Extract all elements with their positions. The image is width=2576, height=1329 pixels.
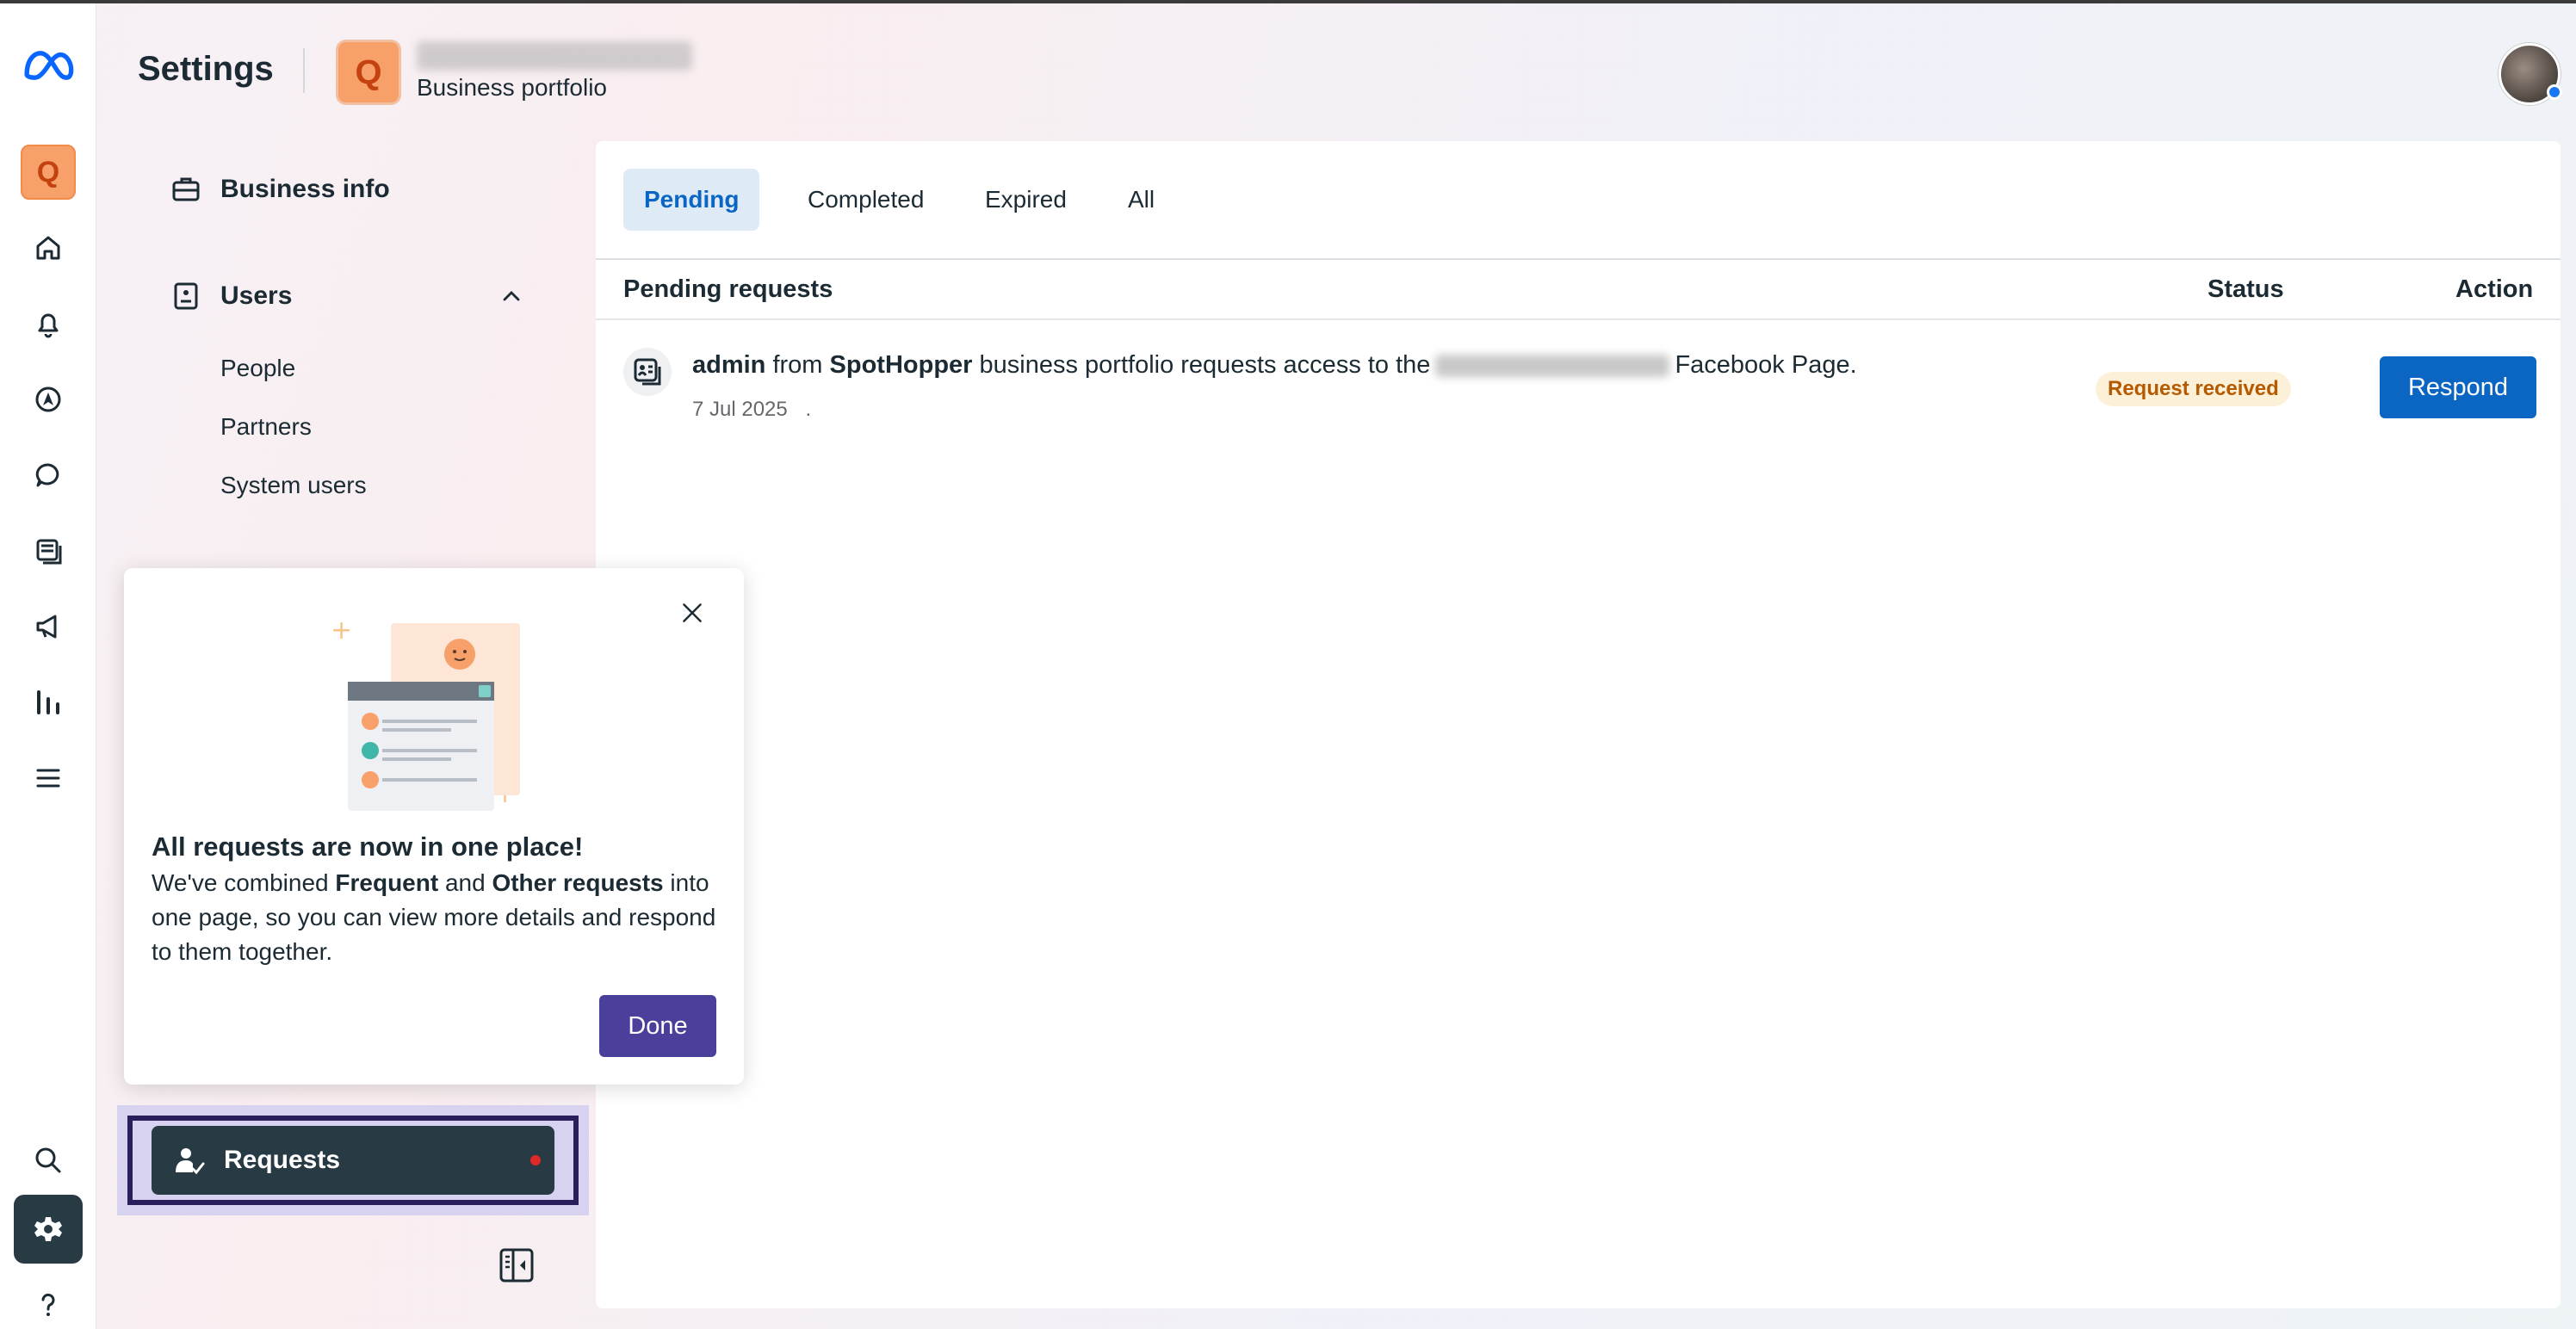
tab-pending[interactable]: Pending xyxy=(623,169,760,231)
sidebar-item-users[interactable]: Users xyxy=(169,279,525,313)
window-top-border xyxy=(0,0,2576,3)
sidebar-item-label: Requests xyxy=(224,1146,341,1174)
portfolio-name-redacted xyxy=(417,41,692,71)
page-title: Settings xyxy=(138,50,274,88)
tabs-divider xyxy=(596,258,2561,260)
home-icon[interactable] xyxy=(21,220,76,275)
popover-body-text: and xyxy=(438,869,492,896)
avatar-status-dot xyxy=(2547,84,2562,100)
user-check-icon xyxy=(176,1148,205,1175)
sidebar-item-requests[interactable]: Requests xyxy=(152,1126,554,1195)
meta-logo-icon[interactable] xyxy=(21,38,76,93)
menu-icon[interactable] xyxy=(21,751,76,806)
requester-name: admin xyxy=(692,351,766,379)
popover-body-bold: Other requests xyxy=(492,869,664,896)
bell-icon[interactable] xyxy=(21,296,76,351)
request-date: 7 Jul 2025 . xyxy=(692,398,811,422)
collapse-sidebar-icon[interactable] xyxy=(498,1246,536,1284)
page-name-redacted xyxy=(1435,355,1670,378)
request-text-mid: business portfolio requests access to th… xyxy=(979,351,1431,379)
sidebar-item-people[interactable]: People xyxy=(220,355,295,382)
request-date-value: 7 Jul 2025 xyxy=(692,398,788,421)
sidebar-item-business-info[interactable]: Business info xyxy=(169,172,390,207)
page-request-icon xyxy=(623,348,672,396)
sidebar-item-partners[interactable]: Partners xyxy=(220,413,312,441)
request-date-suffix: . xyxy=(805,398,812,421)
status-badge: Request received xyxy=(2096,372,2291,406)
sidebar-item-label: Users xyxy=(220,281,293,310)
pages-icon[interactable] xyxy=(21,523,76,578)
request-description: admin from SpotHopper business portfolio… xyxy=(692,351,1857,380)
requests-illustration: + + xyxy=(331,615,520,811)
chat-icon[interactable] xyxy=(21,448,76,503)
id-badge-icon xyxy=(174,282,198,310)
gear-icon[interactable] xyxy=(14,1195,83,1264)
chevron-up-icon[interactable] xyxy=(498,282,525,310)
search-icon[interactable] xyxy=(21,1133,76,1188)
tab-completed[interactable]: Completed xyxy=(787,169,944,231)
column-header-status: Status xyxy=(2208,275,2284,303)
notification-dot xyxy=(530,1155,541,1165)
request-text-end: Facebook Page. xyxy=(1675,351,1857,379)
popover-body: We've combined Frequent and Other reques… xyxy=(152,866,720,969)
popover-body-text: We've combined xyxy=(152,869,336,896)
popover-title: All requests are now in one place! xyxy=(152,831,584,862)
requester-company: SpotHopper xyxy=(829,351,973,379)
portfolio-avatar[interactable]: Q xyxy=(336,40,401,105)
close-icon[interactable] xyxy=(675,596,709,630)
tab-expired[interactable]: Expired xyxy=(964,169,1087,231)
help-icon[interactable] xyxy=(21,1277,76,1329)
popover-body-bold: Frequent xyxy=(335,869,439,896)
left-rail: Q xyxy=(0,3,96,1329)
requests-panel: Pending Completed Expired All Pending re… xyxy=(596,141,2561,1308)
portfolio-subtitle: Business portfolio xyxy=(417,74,608,101)
compass-icon[interactable] xyxy=(21,372,76,427)
insights-icon[interactable] xyxy=(21,675,76,730)
column-header-action: Action xyxy=(2455,275,2534,303)
request-from: from xyxy=(772,351,823,379)
portfolio-initial: Q xyxy=(21,145,76,200)
column-header-pending-requests: Pending requests xyxy=(623,275,833,303)
header-divider xyxy=(303,48,305,93)
briefcase-icon xyxy=(172,177,200,201)
sidebar-item-label: Business info xyxy=(220,175,390,203)
tab-all[interactable]: All xyxy=(1107,169,1175,231)
megaphone-icon[interactable] xyxy=(21,599,76,654)
requests-announcement-popover: + + All requests are now in one place! W… xyxy=(124,568,744,1085)
sidebar-item-system-users[interactable]: System users xyxy=(220,472,367,499)
portfolio-switcher[interactable]: Q xyxy=(21,145,76,200)
respond-button[interactable]: Respond xyxy=(2380,356,2536,418)
header-divider xyxy=(596,318,2561,320)
done-button[interactable]: Done xyxy=(599,995,716,1057)
svg-text:+: + xyxy=(331,615,352,646)
